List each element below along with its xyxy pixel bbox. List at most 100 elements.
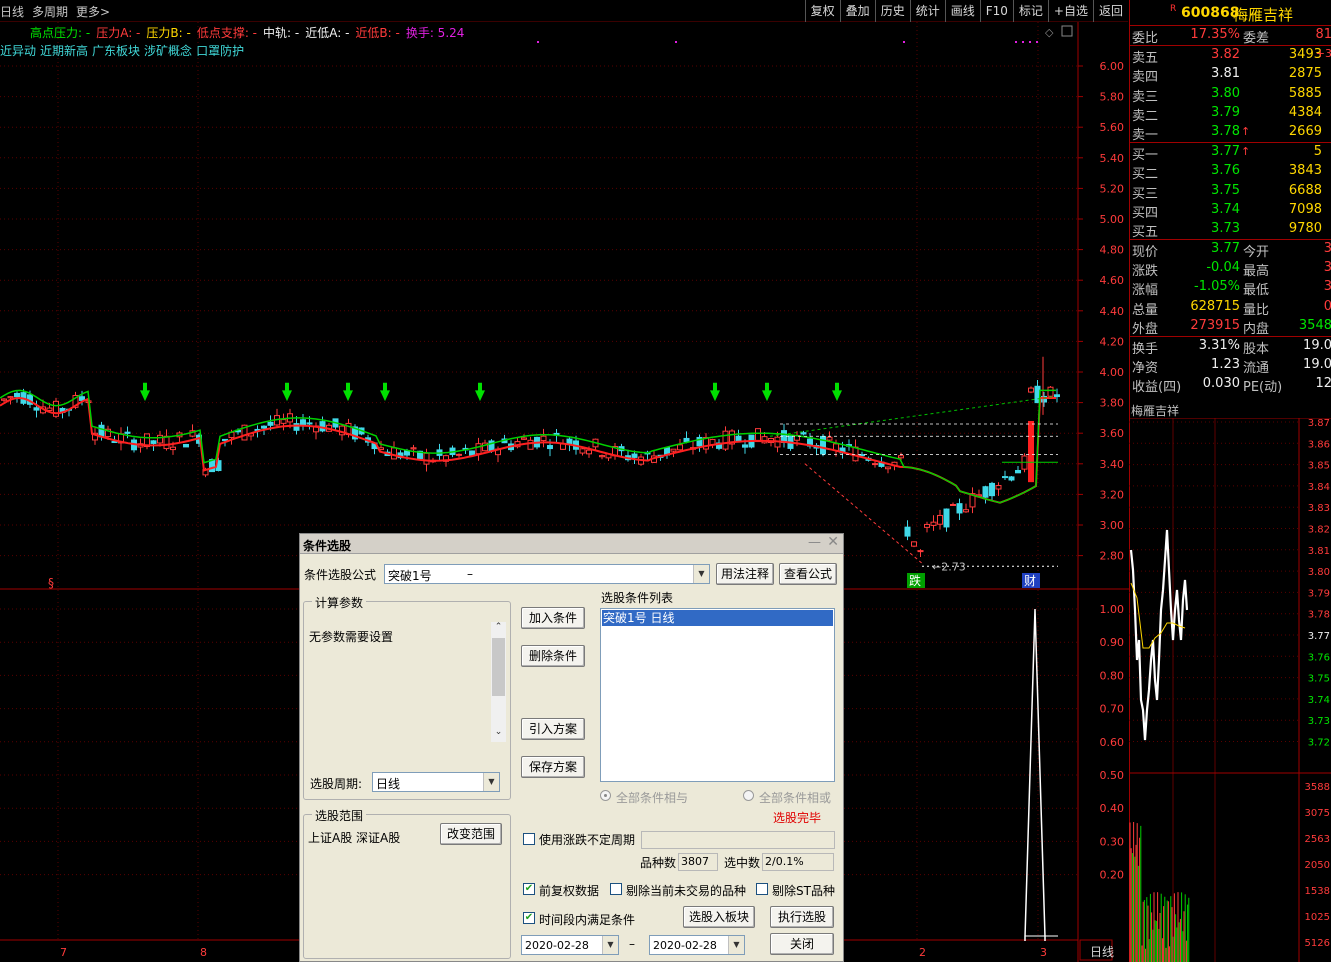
toolbar-button[interactable]: +自选 [1047,0,1093,22]
save-plan-button[interactable]: 保存方案 [521,756,585,778]
radio-or[interactable] [743,790,754,801]
exclude-st-label[interactable]: 剔除ST品种 [772,882,835,899]
candle-body [677,444,683,451]
stat-value-2: 3 [1323,260,1331,276]
date-from-picker[interactable]: 2020-02-28 ▼ [521,935,619,955]
candle-body [280,419,287,424]
formula-select[interactable]: 突破1号 – ▼ [384,564,710,584]
toolbar-item[interactable]: 更多> [76,5,110,19]
execute-select-button[interactable]: 执行选股 [770,906,834,928]
radio-and-label[interactable]: 全部条件相与 [616,789,688,806]
toolbar-button[interactable]: 统计 [909,0,945,22]
exclude-st-checkbox[interactable] [756,883,768,895]
toolbar-item[interactable]: 多周期 [32,5,68,19]
intraday-chart[interactable]: 3.87 3.86 3.85 3.84 3.83 3.82 3.81 3.80 3.79 3.78… [1129,418,1331,962]
ask-price: 3.78 [1211,123,1240,139]
date-label: 8 [200,946,207,959]
turnover-mark [903,41,905,43]
stock-tag[interactable]: 广东板块 [92,44,140,58]
range-group-label: 选股范围 [312,807,367,824]
stat-label: 总量 [1132,302,1159,318]
candle-body [469,450,475,456]
delete-condition-button[interactable]: 删除条件 [521,645,585,667]
period-satisfy-label[interactable]: 时间段内满足条件 [539,911,635,928]
scroll-thumb[interactable] [492,638,505,696]
view-formula-button[interactable]: 查看公式 [779,563,837,585]
candle-body [995,485,1002,490]
variable-period-label[interactable]: 使用涨跌不定周期 [539,831,635,848]
mini-volume-label: 3588 [1305,782,1330,793]
toolbar-button[interactable]: 复权 [804,0,840,22]
fundamental-row: 净资 1.23 流通 19.0 [1130,356,1331,376]
candle-body [950,503,956,506]
event-marker[interactable]: § [48,576,54,590]
period-satisfy-checkbox[interactable]: ✔ [523,912,535,924]
cai-marker[interactable]: 财 [1024,574,1036,588]
add-condition-button[interactable]: 加入条件 [521,607,585,629]
stock-tags: 近异动 近期新高 广东板块 涉矿概念 口罩防护 [0,42,248,59]
radio-or-label[interactable]: 全部条件相或 [759,789,831,806]
stock-tag[interactable]: 近异动 [0,44,36,58]
chevron-down-icon[interactable]: ▼ [728,936,744,954]
mini-price-label: 3.73 [1308,716,1330,727]
fuquan-checkbox[interactable]: ✔ [523,883,535,895]
close-icon[interactable]: ✕ [827,534,839,550]
bid-row: 买三 3.75 6688 [1130,182,1331,202]
candle-body [943,508,950,528]
close-button[interactable]: 关闭 [770,933,834,955]
toolbar-button[interactable]: 画线 [944,0,980,22]
stat-label-2: 最低 [1243,283,1270,299]
candle-body [937,514,943,525]
usage-button[interactable]: 用法注释 [716,563,774,585]
chevron-down-icon[interactable]: ▼ [693,565,709,583]
chevron-down-icon[interactable]: ▼ [602,936,618,954]
toolbar-button[interactable]: 历史 [874,0,910,22]
add-to-block-button[interactable]: 选股入板块 [683,906,755,928]
radio-and[interactable] [600,790,611,801]
ask-label: 卖一 [1132,127,1159,143]
exclude-untraded-label[interactable]: 剔除当前未交易的品种 [626,882,746,899]
date-from-value: 2020-02-28 [525,939,589,952]
period-tab[interactable]: 日线 [1090,945,1114,959]
candle-body [898,455,904,459]
params-scrollbar[interactable]: ⌃ ⌄ [491,622,506,742]
stock-tag[interactable]: 涉矿概念 [144,44,192,58]
period-value: 日线 [376,777,401,791]
minimize-icon[interactable]: — [808,535,821,550]
scroll-up-icon[interactable]: ⌃ [491,622,506,632]
import-plan-button[interactable]: 引入方案 [521,718,585,740]
date-to-picker[interactable]: 2020-02-28 ▼ [649,935,745,955]
condition-list[interactable]: 突破1号 日线 [600,608,835,782]
turnover-mark [1022,41,1024,43]
stock-tag[interactable]: 口罩防护 [196,44,244,58]
variable-period-field[interactable] [641,831,835,849]
toolbar-button[interactable]: 返回 [1092,0,1128,22]
bid-price: 3.76 [1211,163,1240,179]
date-label: 7 [60,946,67,959]
stat-value: 273915 [1190,317,1240,333]
fuquan-label[interactable]: 前复权数据 [539,882,599,899]
fund-value-2: 19.0 [1303,338,1331,353]
mini-price-label: 3.86 [1308,439,1330,450]
dialog-titlebar[interactable]: 条件选股 — ✕ [300,534,843,554]
toolbar-button[interactable]: 标记 [1012,0,1048,22]
exclude-untraded-checkbox[interactable] [610,883,622,895]
change-range-button[interactable]: 改变范围 [440,823,502,845]
candle-body [300,419,306,426]
toolbar-item[interactable]: 日线 [0,5,24,19]
diamond-icon[interactable]: ◇ [1045,26,1054,39]
toolbar-button[interactable]: F10 [979,0,1013,22]
die-marker[interactable]: 跌 [909,573,921,588]
stat-row: 现价 3.77 今开 3 [1130,240,1331,260]
chevron-down-icon[interactable]: ▼ [483,773,499,791]
stock-tag[interactable]: 近期新高 [40,44,88,58]
weibi-row: 委比 17.35% 委差 81 [1130,26,1331,46]
variable-period-checkbox[interactable] [523,833,535,845]
window-icon[interactable] [1061,25,1073,37]
candle-body [46,407,53,411]
period-select[interactable]: 日线 ▼ [372,772,500,792]
candlesticks [1,379,1060,557]
condition-list-item[interactable]: 突破1号 日线 [602,610,833,626]
toolbar-button[interactable]: 叠加 [839,0,875,22]
scroll-down-icon[interactable]: ⌄ [491,727,506,737]
